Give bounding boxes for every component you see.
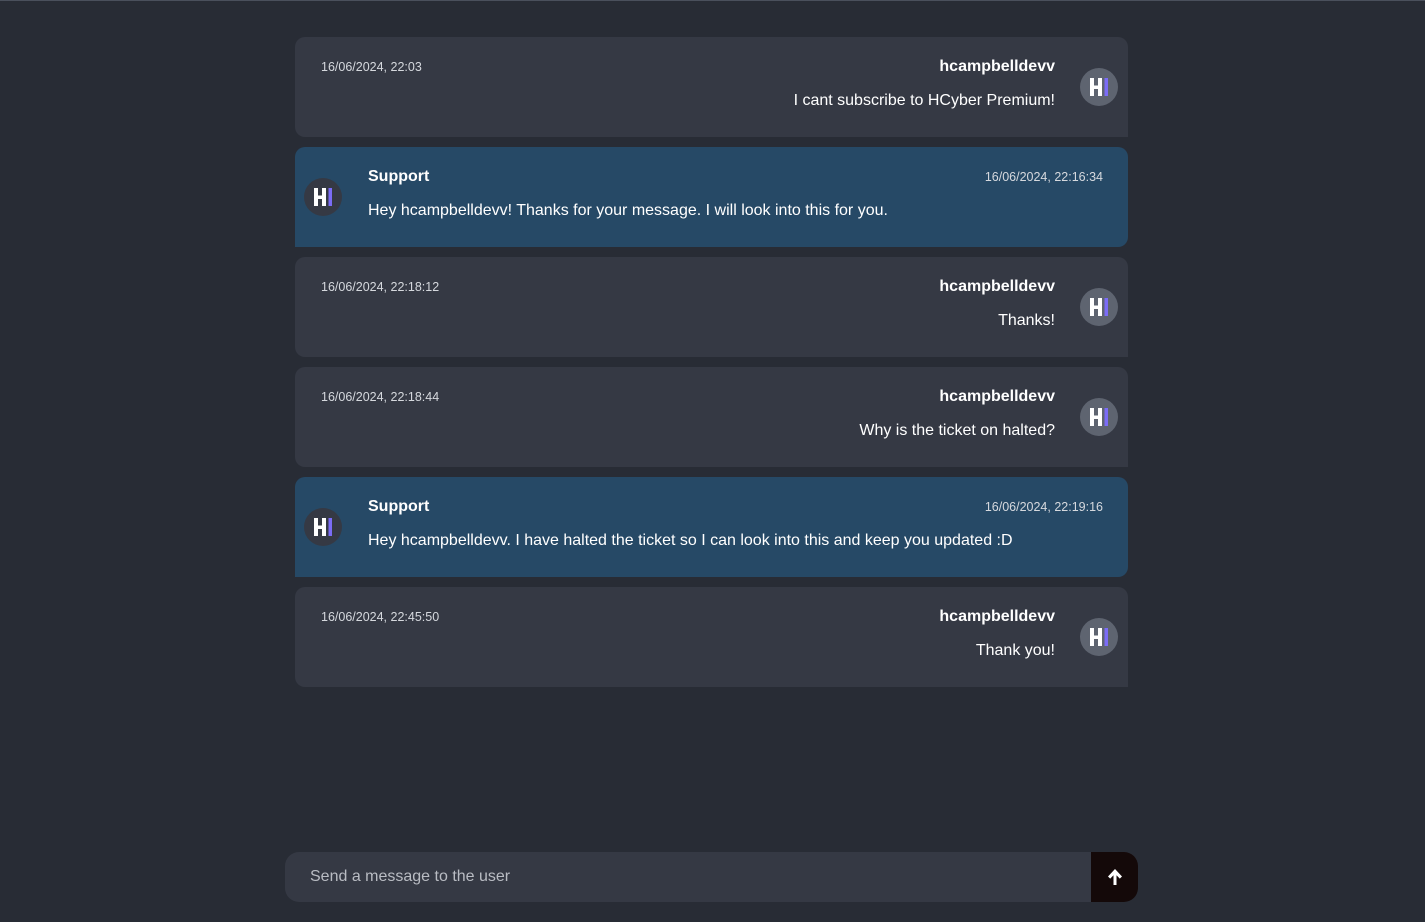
hcyber-logo-icon	[1090, 408, 1108, 426]
message-support: Support 16/06/2024, 22:19:16 Hey hcampbe…	[295, 477, 1128, 577]
message-text: Why is the ticket on halted?	[859, 422, 1055, 439]
message-author: hcampbelldevv	[939, 278, 1055, 295]
message-composer	[285, 852, 1138, 902]
message-user: 16/06/2024, 22:18:12 hcampbelldevv Thank…	[295, 257, 1128, 357]
message-timestamp: 16/06/2024, 22:03	[321, 60, 422, 74]
message-author: Support	[368, 498, 430, 515]
message-text: Thank you!	[975, 642, 1055, 659]
hcyber-logo-icon	[1090, 298, 1108, 316]
message-text: Hey hcampbelldevv. I have halted the tic…	[368, 532, 1013, 549]
avatar	[1080, 288, 1118, 326]
send-button[interactable]	[1091, 852, 1138, 902]
message-author: hcampbelldevv	[939, 388, 1055, 405]
message-user: 16/06/2024, 22:03 hcampbelldevv I cant s…	[295, 37, 1128, 137]
message-timestamp: 16/06/2024, 22:18:44	[321, 390, 440, 404]
hcyber-logo-icon	[1090, 628, 1108, 646]
message-author: hcampbelldevv	[939, 58, 1055, 75]
arrow-up-icon	[1107, 869, 1122, 885]
message-text: I cant subscribe to HCyber Premium!	[793, 92, 1055, 109]
avatar	[1080, 618, 1118, 656]
message-list: 16/06/2024, 22:03 hcampbelldevv I cant s…	[295, 37, 1128, 697]
message-author: Support	[368, 168, 430, 185]
message-timestamp: 16/06/2024, 22:45:50	[321, 610, 440, 624]
avatar	[304, 508, 342, 546]
message-input[interactable]	[285, 852, 1091, 902]
hcyber-logo-icon	[1090, 78, 1108, 96]
avatar	[1080, 68, 1118, 106]
message-user: 16/06/2024, 22:45:50 hcampbelldevv Thank…	[295, 587, 1128, 687]
avatar	[1080, 398, 1118, 436]
message-text: Hey hcampbelldevv! Thanks for your messa…	[368, 202, 888, 219]
hcyber-logo-icon	[314, 188, 332, 206]
message-support: Support 16/06/2024, 22:16:34 Hey hcampbe…	[295, 147, 1128, 247]
message-text: Thanks!	[998, 312, 1055, 329]
message-timestamp: 16/06/2024, 22:19:16	[984, 500, 1103, 514]
message-author: hcampbelldevv	[939, 608, 1055, 625]
message-timestamp: 16/06/2024, 22:16:34	[984, 170, 1103, 184]
chat-window: 16/06/2024, 22:03 hcampbelldevv I cant s…	[0, 0, 1425, 922]
message-user: 16/06/2024, 22:18:44 hcampbelldevv Why i…	[295, 367, 1128, 467]
hcyber-logo-icon	[314, 518, 332, 536]
avatar	[304, 178, 342, 216]
message-timestamp: 16/06/2024, 22:18:12	[321, 280, 440, 294]
